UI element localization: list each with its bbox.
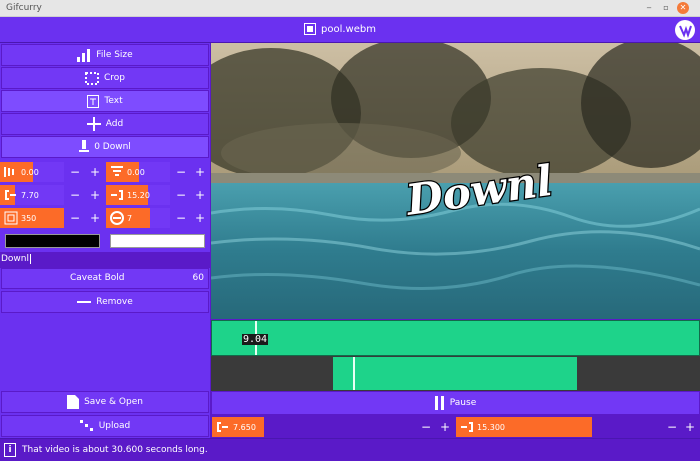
video-frame: Downl [211,43,700,319]
text-label: Text [104,96,123,106]
text-button[interactable]: Text [1,90,209,112]
horizontal-align-icon [4,167,14,177]
trim-controls: 7.650 − + 15.300 − + [211,415,700,438]
text-end-field[interactable]: 15.20 [106,185,170,205]
upload-button[interactable]: Upload [1,415,209,437]
outline-icon [110,211,124,225]
seek-track[interactable]: 9.04 [211,320,700,356]
text-item-button[interactable]: 0 Downl [1,136,209,158]
info-icon: i [4,443,16,457]
remove-button[interactable]: Remove [1,291,209,313]
window-title: Gifcurry [6,3,42,13]
status-message: That video is about 30.600 seconds long. [22,445,208,455]
resize-icon [4,211,18,225]
title-bar: Gifcurry ‒ ▫ ✕ [0,0,700,17]
gifcurry-logo [675,20,695,40]
crop-button[interactable]: Crop [1,67,209,89]
outline-size-plus[interactable]: + [191,208,209,228]
header-bar: pool.webm [0,17,700,43]
outline-size-field[interactable]: 7 [106,208,170,228]
crop-label: Crop [103,73,125,83]
text-document-icon [87,94,100,108]
logo-icon [679,25,692,39]
text-end-minus[interactable]: − [172,185,190,205]
text-end-value: 15.20 [127,190,150,200]
trim-start-field[interactable]: 7.650 [212,417,415,437]
add-label: Add [105,119,124,129]
plus-icon [86,117,101,131]
save-open-button[interactable]: Save & Open [1,391,209,413]
pause-label: Pause [449,398,477,408]
sidebar: File Size Crop Text Add 0 Downl 0.00 − +… [0,43,210,390]
x-offset-plus[interactable]: + [86,162,104,182]
font-name: Caveat Bold [70,273,125,283]
text-start-value: 7.70 [21,190,39,200]
x-offset-minus[interactable]: − [66,162,84,182]
trim-end-field[interactable]: 15.300 [456,417,661,437]
text-size-value: 350 [21,213,37,223]
upload-icon [79,420,93,431]
text-cursor [30,254,32,264]
output-actions: Save & Open Upload [0,390,210,438]
minus-icon [77,301,92,303]
file-icon [67,395,80,409]
text-start-minus[interactable]: − [66,185,84,205]
y-offset-field[interactable]: 0.00 [106,162,170,182]
pause-button[interactable]: Pause [211,391,700,415]
text-size-plus[interactable]: + [86,208,104,228]
text-size-minus[interactable]: − [66,208,84,228]
pause-icon [434,396,444,410]
trim-start-value: 7.650 [233,422,256,432]
remove-label: Remove [96,297,133,307]
vertical-align-icon [111,166,123,176]
text-start-plus[interactable]: + [86,185,104,205]
text-end-plus[interactable]: + [191,185,209,205]
outline-size-minus[interactable]: − [172,208,190,228]
trim-end-value: 15.300 [477,422,505,432]
x-offset-value: 0.00 [21,167,39,177]
text-size-field[interactable]: 350 [0,208,64,228]
start-bracket-icon [217,422,228,432]
current-time-label: 9.04 [242,334,269,345]
video-file-icon [304,23,316,35]
save-open-label: Save & Open [84,397,143,407]
close-button[interactable]: ✕ [677,2,689,14]
file-name: pool.webm [321,23,376,35]
outline-color-picker[interactable] [110,234,205,248]
trim-playhead[interactable] [353,357,355,390]
end-bracket-icon [461,422,473,432]
y-offset-plus[interactable]: + [191,162,209,182]
trim-selection[interactable] [333,357,577,390]
file-size-label: File Size [96,50,133,60]
end-bracket-icon [111,190,123,200]
video-preview[interactable]: Downl [211,43,700,319]
trim-start-minus[interactable]: − [417,417,435,437]
text-item-label: 0 Downl [94,142,131,152]
y-offset-minus[interactable]: − [172,162,190,182]
maximize-button[interactable]: ▫ [660,2,672,14]
fill-color-picker[interactable] [5,234,100,248]
file-size-button[interactable]: File Size [1,44,209,66]
start-bracket-icon [5,190,16,200]
y-offset-value: 0.00 [127,167,145,177]
minimize-button[interactable]: ‒ [643,2,655,14]
font-size: 60 [192,273,204,283]
crop-icon [84,71,99,85]
file-name-button[interactable]: pool.webm [304,23,376,35]
font-selector[interactable]: Caveat Bold 60 [1,268,209,289]
add-button[interactable]: Add [1,113,209,135]
text-input[interactable]: Downl [0,252,210,268]
upload-label: Upload [98,421,131,431]
pin-icon [79,140,90,152]
trim-end-minus[interactable]: − [663,417,681,437]
outline-size-value: 7 [127,213,133,223]
x-offset-field[interactable]: 0.00 [0,162,64,182]
trim-track[interactable] [211,356,700,391]
trim-end-plus[interactable]: + [681,417,699,437]
status-bar: i That video is about 30.600 seconds lon… [0,438,700,461]
text-start-field[interactable]: 7.70 [0,185,64,205]
bar-chart-icon [77,48,91,62]
trim-start-plus[interactable]: + [436,417,454,437]
text-input-value: Downl [1,254,30,264]
